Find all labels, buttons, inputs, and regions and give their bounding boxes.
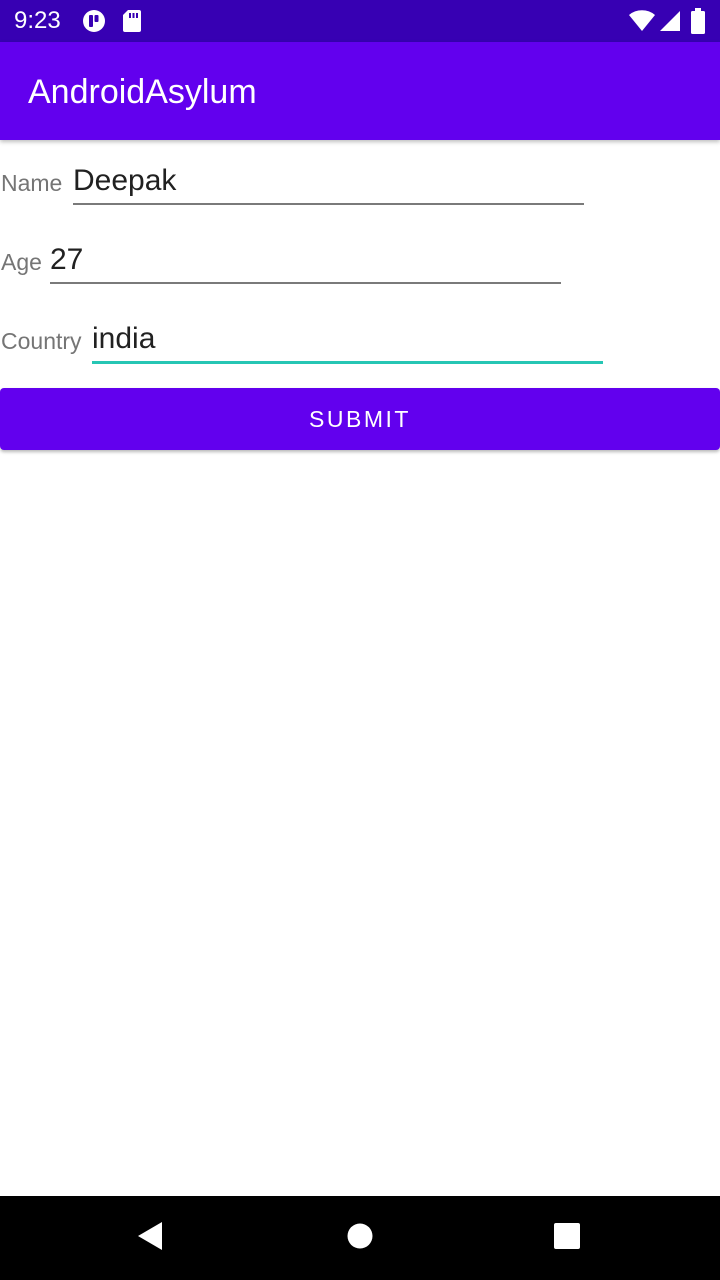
age-field[interactable]: [50, 237, 560, 283]
status-time: 9:23: [14, 7, 61, 34]
country-label: Country: [1, 328, 82, 354]
recents-icon: [553, 1222, 581, 1255]
home-icon: [346, 1222, 374, 1255]
home-button[interactable]: [310, 1196, 410, 1280]
country-underline: [92, 361, 603, 364]
submit-button[interactable]: SUBMIT: [0, 388, 720, 450]
name-label: Name: [1, 170, 63, 196]
pocket-icon: [82, 9, 106, 38]
battery-icon: [691, 8, 705, 39]
cell-signal-icon: [659, 10, 681, 37]
wifi-icon: [628, 10, 656, 37]
age-underline: [50, 282, 561, 284]
navigation-bar: [0, 1196, 720, 1280]
app-bar: AndroidAsylum: [0, 42, 720, 140]
app-title: AndroidAsylum: [28, 73, 257, 111]
country-field[interactable]: [92, 316, 602, 362]
country-row: Country: [0, 316, 720, 380]
recents-button[interactable]: [517, 1196, 617, 1280]
age-row: Age: [0, 237, 720, 301]
name-field[interactable]: [73, 158, 583, 204]
name-underline: [73, 203, 584, 205]
app-screen: 9:23 AndroidAsylum Name Deepak Age 27 Co…: [0, 0, 720, 1280]
status-bar: 9:23: [0, 0, 720, 42]
back-icon: [136, 1221, 164, 1256]
back-button[interactable]: [100, 1196, 200, 1280]
name-row: Name: [0, 158, 720, 222]
sd-card-icon: [122, 9, 142, 38]
age-label: Age: [1, 249, 42, 275]
